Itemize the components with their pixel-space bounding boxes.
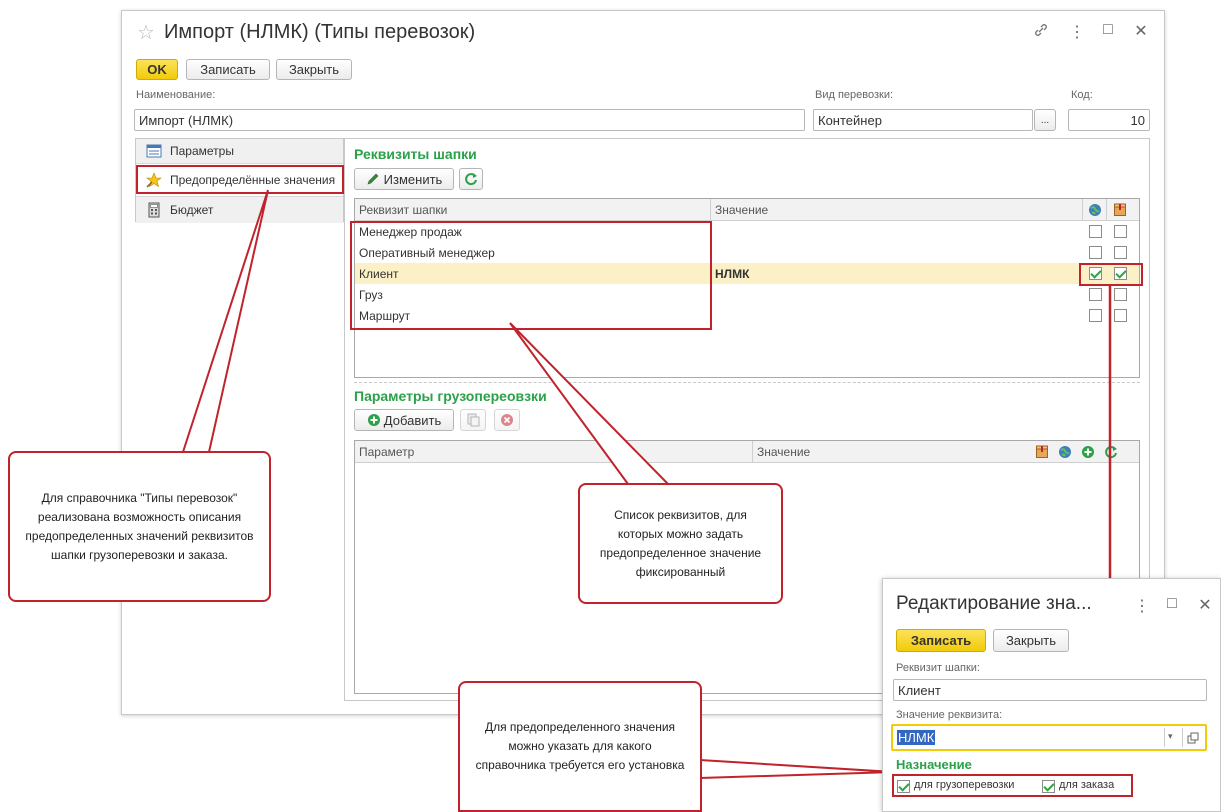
dialog-maximize-icon[interactable]: □ (1163, 595, 1181, 613)
dialog-save-button[interactable]: Записать (896, 629, 986, 652)
callout-props-list: Список реквизитов, для которых можно зад… (578, 483, 783, 604)
callout-assignment: Для предопределенного значения можно ука… (458, 681, 702, 812)
for-cargo-checkbox[interactable] (897, 780, 910, 793)
value-field[interactable]: НЛМК (891, 724, 1207, 751)
for-order-label: для заказа (1059, 779, 1115, 791)
dialog-more-menu-icon[interactable]: ⋮ (1134, 596, 1150, 616)
dialog-title: Редактирование зна... (896, 593, 1092, 614)
prop-field[interactable]: Клиент (893, 679, 1207, 701)
prop-label: Реквизит шапки: (896, 662, 980, 674)
for-cargo-label: для грузоперевозки (914, 779, 1015, 791)
for-order-checkbox[interactable] (1042, 780, 1055, 793)
callout-predefined-values: Для справочника "Типы перевозок" реализо… (8, 451, 271, 602)
assign-title: Назначение (896, 757, 972, 772)
value-field-text: НЛМК (897, 730, 936, 745)
dialog-close-icon[interactable]: ✕ (1196, 595, 1214, 615)
dialog-close-button[interactable]: Закрыть (993, 629, 1069, 652)
dropdown-icon[interactable]: ▾ (1168, 731, 1173, 742)
value-label: Значение реквизита: (896, 709, 1003, 721)
open-icon[interactable] (1187, 732, 1199, 744)
